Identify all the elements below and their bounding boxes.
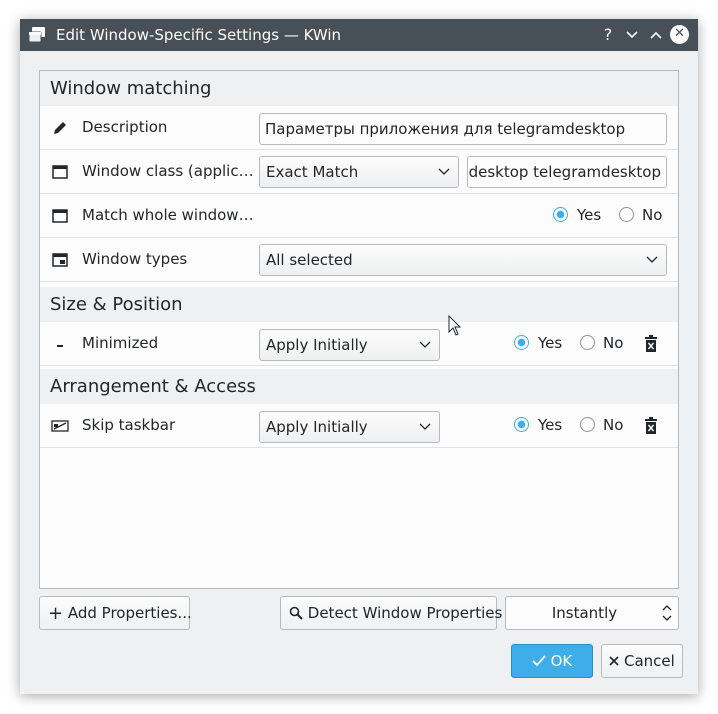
skip-taskbar-no-label: No <box>603 416 624 434</box>
window-class-label: Window class (applicat... <box>82 162 254 180</box>
match-whole-label: Match whole window ... <box>82 206 254 224</box>
rules-panel: Window matching Description Параметры пр… <box>39 70 679 589</box>
minimized-policy-combo[interactable]: Apply Initially <box>259 329 440 361</box>
window-title: Edit Window-Specific Settings — KWin <box>56 26 342 44</box>
minimized-yes-label: Yes <box>538 334 563 352</box>
add-properties-button[interactable]: + Add Properties... <box>39 596 192 630</box>
row-match-whole: Match whole window ... Yes No <box>40 194 678 238</box>
window-icon <box>52 209 68 223</box>
row-skip-taskbar: Skip taskbar Apply Initially Yes No <box>40 404 678 448</box>
window-types-value: All selected <box>266 251 353 269</box>
minimize-button[interactable] <box>622 25 642 45</box>
chevron-down-icon <box>438 168 450 175</box>
description-input[interactable]: Параметры приложения для telegramdesktop <box>259 113 667 145</box>
titlebar[interactable]: Edit Window-Specific Settings — KWin ? ✕ <box>20 19 698 51</box>
minimized-policy-value: Apply Initially <box>266 336 368 354</box>
skip-taskbar-policy-combo[interactable]: Apply Initially <box>259 411 440 443</box>
minimized-no-label: No <box>603 334 624 352</box>
pencil-icon <box>54 122 66 134</box>
window-class-value: -desktop telegramdesktop <box>467 163 661 181</box>
detect-delay-spinbox[interactable]: Instantly <box>505 596 679 630</box>
detect-properties-label: Detect Window Properties <box>307 604 503 622</box>
match-whole-yes-radio[interactable] <box>553 207 568 222</box>
checkmark-icon <box>532 655 546 667</box>
plus-icon: + <box>48 603 64 624</box>
skip-taskbar-icon <box>51 420 69 432</box>
skip-taskbar-label: Skip taskbar <box>82 416 176 434</box>
trash-icon[interactable] <box>643 417 659 435</box>
chevron-up-icon <box>650 31 662 39</box>
section-arrangement-access: Arrangement & Access <box>40 369 678 404</box>
match-whole-no-label: No <box>642 206 663 224</box>
mouse-cursor-icon <box>448 315 462 336</box>
app-icon <box>28 27 45 43</box>
minimized-yes-radio[interactable] <box>514 335 529 350</box>
row-window-types: Window types All selected <box>40 238 678 282</box>
cancel-button[interactable]: Cancel <box>601 644 683 678</box>
skip-taskbar-policy-value: Apply Initially <box>266 418 368 436</box>
detect-properties-button[interactable]: Detect Window Properties <box>280 596 502 630</box>
minimized-no-radio[interactable] <box>580 335 595 350</box>
window-class-match-value: Exact Match <box>266 163 359 181</box>
close-button[interactable]: ✕ <box>670 25 689 44</box>
ok-label: OK <box>550 652 573 670</box>
help-button[interactable]: ? <box>598 25 618 45</box>
dialog-window: Edit Window-Specific Settings — KWin ? ✕… <box>20 19 698 694</box>
chevron-down-icon <box>646 256 658 263</box>
skip-taskbar-yes-radio[interactable] <box>514 417 529 432</box>
window-types-icon <box>52 253 68 267</box>
window-icon <box>52 165 68 179</box>
window-types-combo[interactable]: All selected <box>259 244 667 276</box>
window-class-match-combo[interactable]: Exact Match <box>259 156 459 188</box>
trash-icon[interactable] <box>643 335 659 353</box>
section-window-matching: Window matching <box>40 71 678 106</box>
add-properties-label: Add Properties... <box>67 604 192 622</box>
cancel-label: Cancel <box>623 652 675 670</box>
skip-taskbar-yes-label: Yes <box>538 416 563 434</box>
chevron-down-icon <box>419 423 431 430</box>
match-whole-no-radio[interactable] <box>619 207 634 222</box>
minimize-icon <box>57 345 63 347</box>
maximize-button[interactable] <box>646 25 666 45</box>
detect-delay-value: Instantly <box>551 604 618 622</box>
spin-arrows-icon[interactable] <box>661 603 673 623</box>
close-icon <box>609 656 619 666</box>
chevron-down-icon <box>419 341 431 348</box>
match-whole-yes-label: Yes <box>577 206 602 224</box>
search-icon <box>289 606 303 620</box>
minimized-label: Minimized <box>82 334 159 352</box>
section-size-position: Size & Position <box>40 287 678 322</box>
row-description: Description Параметры приложения для tel… <box>40 106 678 150</box>
description-label: Description <box>82 118 168 136</box>
window-class-input[interactable]: -desktop telegramdesktop <box>467 156 667 188</box>
chevron-down-icon <box>626 31 638 39</box>
row-window-class: Window class (applicat... Exact Match -d… <box>40 150 678 194</box>
ok-button[interactable]: OK <box>511 644 593 678</box>
skip-taskbar-no-radio[interactable] <box>580 417 595 432</box>
window-types-label: Window types <box>82 250 188 268</box>
row-minimized: Minimized Apply Initially Yes No <box>40 322 678 366</box>
